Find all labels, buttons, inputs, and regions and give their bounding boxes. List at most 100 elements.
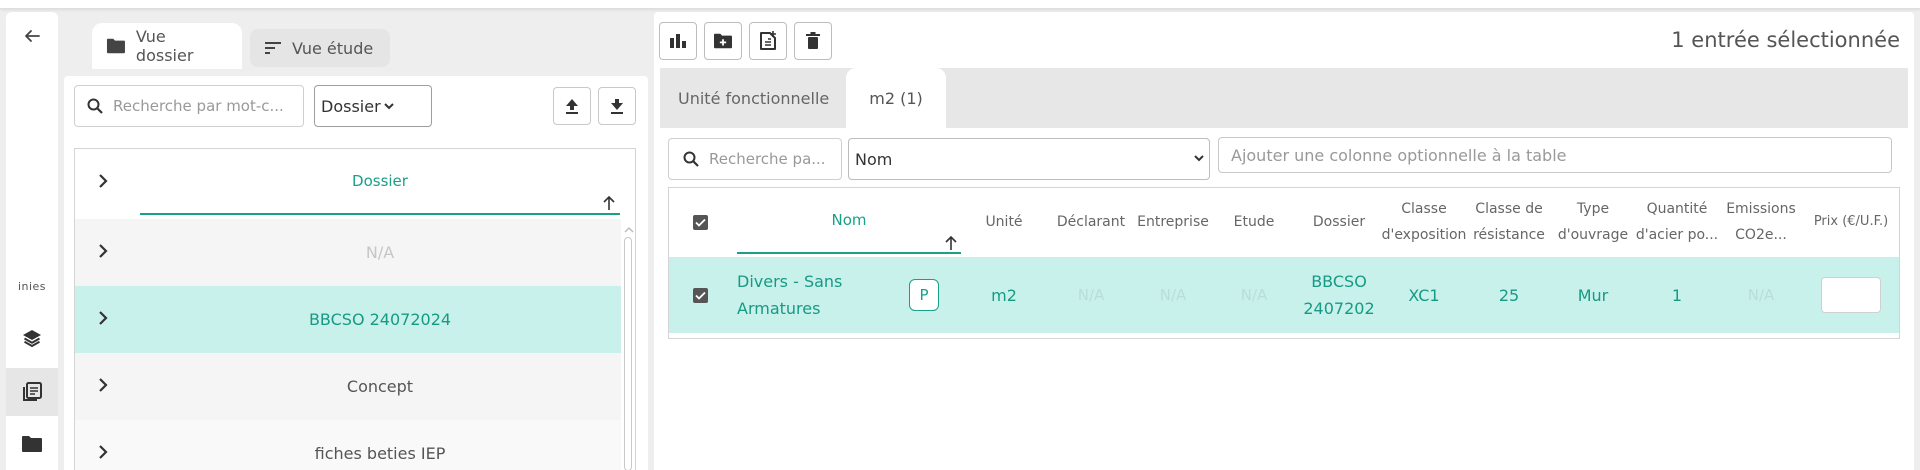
library-button[interactable] xyxy=(6,368,58,416)
cell-badge[interactable]: P xyxy=(909,257,939,333)
cell-nom: Divers - Sans Armatures xyxy=(737,257,887,333)
column-header-emissions[interactable]: Emissions CO2e... xyxy=(1719,188,1803,256)
chevron-down-icon xyxy=(383,103,394,110)
tree-row-selected[interactable]: BBCSO 24072024 xyxy=(75,286,621,353)
tab-unite-fonctionnelle[interactable]: Unité fonctionnelle xyxy=(678,68,829,128)
row-checkbox-cell[interactable] xyxy=(669,257,731,333)
cell-line: Armatures xyxy=(737,299,821,318)
results-table: Nom Unité Déclarant Entreprise Etude Dos… xyxy=(668,187,1900,339)
column-header-nom[interactable]: Nom xyxy=(737,188,961,254)
sort-arrow-up-icon[interactable] xyxy=(603,195,615,211)
column-header-exposition[interactable]: Classe d'exposition xyxy=(1381,188,1467,256)
cell-line: 2407202 xyxy=(1303,299,1375,318)
tree-row-label: BBCSO 24072024 xyxy=(308,310,452,329)
search-placeholder: Recherche par mot-c... xyxy=(113,97,284,115)
tab-m2[interactable]: m2 (1) xyxy=(846,68,946,128)
search-icon xyxy=(87,98,103,114)
chevron-right-icon[interactable] xyxy=(97,243,109,259)
add-column-placeholder: Ajouter une colonne optionnelle à la tab… xyxy=(1231,145,1567,165)
cell-entreprise: N/A xyxy=(1159,285,1187,304)
scroll-up-icon[interactable] xyxy=(624,226,634,234)
cell-declarant: N/A xyxy=(1077,285,1105,304)
tab-label: Vue dossier xyxy=(135,27,194,65)
price-input[interactable] xyxy=(1821,277,1881,313)
arrow-left-icon xyxy=(25,30,40,42)
bar-chart-icon xyxy=(670,34,686,48)
header-line: d'acier po... xyxy=(1635,227,1719,243)
cell-type-ouvrage: Mur xyxy=(1577,285,1609,305)
inies-logo: inies xyxy=(17,279,47,293)
upload-button[interactable] xyxy=(553,87,591,125)
add-column-input[interactable]: Ajouter une colonne optionnelle à la tab… xyxy=(1218,137,1892,173)
folder-plus-icon xyxy=(714,33,732,49)
download-button[interactable] xyxy=(598,87,636,125)
cell-resistance: 25 xyxy=(1498,285,1520,305)
back-button[interactable] xyxy=(6,12,58,60)
table-row[interactable]: Divers - Sans Armatures P m2 N/A N/A N/A… xyxy=(669,257,1899,333)
tree-row-label: fiches beties IEP xyxy=(314,444,446,463)
column-header-prix[interactable]: Prix (€/U.F.) xyxy=(1803,188,1899,256)
icon-rail: inies xyxy=(6,12,58,470)
top-bar xyxy=(0,0,1920,9)
sort-arrow-up-icon[interactable] xyxy=(945,235,957,251)
row-checkbox[interactable] xyxy=(692,287,708,303)
layers-button[interactable] xyxy=(6,314,58,362)
tree-row[interactable]: Concept xyxy=(75,353,621,420)
tree-row[interactable]: N/A xyxy=(75,219,621,286)
cell-exposition: XC1 xyxy=(1408,285,1440,305)
library-icon xyxy=(23,382,42,401)
sort-lines-icon xyxy=(265,42,281,54)
tree-scrollbar[interactable] xyxy=(624,237,632,470)
chevron-right-icon[interactable] xyxy=(97,310,109,326)
trash-icon xyxy=(806,32,820,49)
select-all-cell[interactable] xyxy=(669,188,731,256)
column-header-unite[interactable]: Unité xyxy=(965,188,1043,256)
cell-etude: N/A xyxy=(1240,285,1268,304)
keyword-search-input[interactable]: Recherche par mot-c... xyxy=(74,85,304,127)
search-placeholder: Recherche pa... xyxy=(709,150,826,168)
delete-button[interactable] xyxy=(794,22,832,60)
layers-icon xyxy=(23,330,41,347)
folder-button[interactable] xyxy=(6,420,58,468)
column-header-declarant[interactable]: Déclarant xyxy=(1045,188,1137,256)
header-line: Quantité xyxy=(1646,201,1708,217)
column-header-dossier[interactable]: Dossier xyxy=(1297,188,1381,256)
cell-unite: m2 xyxy=(991,285,1017,305)
tree-row[interactable]: fiches beties IEP xyxy=(75,420,621,470)
tree-filter-select[interactable]: Dossier xyxy=(314,85,432,127)
header-line: Type xyxy=(1576,201,1610,217)
add-folder-button[interactable] xyxy=(704,22,742,60)
header-line: Classe de xyxy=(1475,201,1543,217)
folder-icon xyxy=(106,38,125,54)
cell-line: Divers - Sans xyxy=(737,272,843,291)
tab-label: Vue étude xyxy=(292,38,374,58)
left-panel-wrapper: Vue dossier Vue étude Recherche par mot-… xyxy=(64,12,648,470)
column-header-resistance[interactable]: Classe de résistance xyxy=(1467,188,1551,256)
chevron-right-icon[interactable] xyxy=(97,444,109,460)
select-all-checkbox[interactable] xyxy=(692,214,708,230)
column-header-entreprise[interactable]: Entreprise xyxy=(1129,188,1217,256)
cell-line: BBCSO xyxy=(1311,272,1367,291)
column-header-etude[interactable]: Etude xyxy=(1213,188,1295,256)
chevron-right-icon[interactable] xyxy=(97,377,109,393)
tree-row-label: N/A xyxy=(365,243,395,262)
selection-count: 1 entrée sélectionnée xyxy=(1671,28,1900,52)
tab-vue-dossier[interactable]: Vue dossier xyxy=(92,23,242,69)
inies-button[interactable]: inies xyxy=(6,262,58,310)
right-panel: 1 entrée sélectionnée Unité fonctionnell… xyxy=(654,12,1914,470)
tree-header: Dossier xyxy=(75,149,635,219)
chart-button[interactable] xyxy=(659,22,697,60)
header-line: d'exposition xyxy=(1381,227,1467,243)
table-search-input[interactable]: Recherche pa... xyxy=(668,138,842,180)
add-note-button[interactable] xyxy=(749,22,787,60)
search-column-select[interactable]: Nom xyxy=(848,138,1210,180)
column-header-type-ouvrage[interactable]: Type d'ouvrage xyxy=(1551,188,1635,256)
tab-vue-etude[interactable]: Vue étude xyxy=(250,29,390,67)
p-badge[interactable]: P xyxy=(909,279,939,311)
tree-header-label[interactable]: Dossier xyxy=(140,149,620,215)
select-value: Dossier xyxy=(321,96,381,116)
cell-emissions: N/A xyxy=(1747,285,1775,304)
chevron-right-icon[interactable] xyxy=(97,173,109,189)
column-header-quantite-acier[interactable]: Quantité d'acier po... xyxy=(1635,188,1719,256)
left-panel: Recherche par mot-c... Dossier Dossier N… xyxy=(64,76,648,470)
